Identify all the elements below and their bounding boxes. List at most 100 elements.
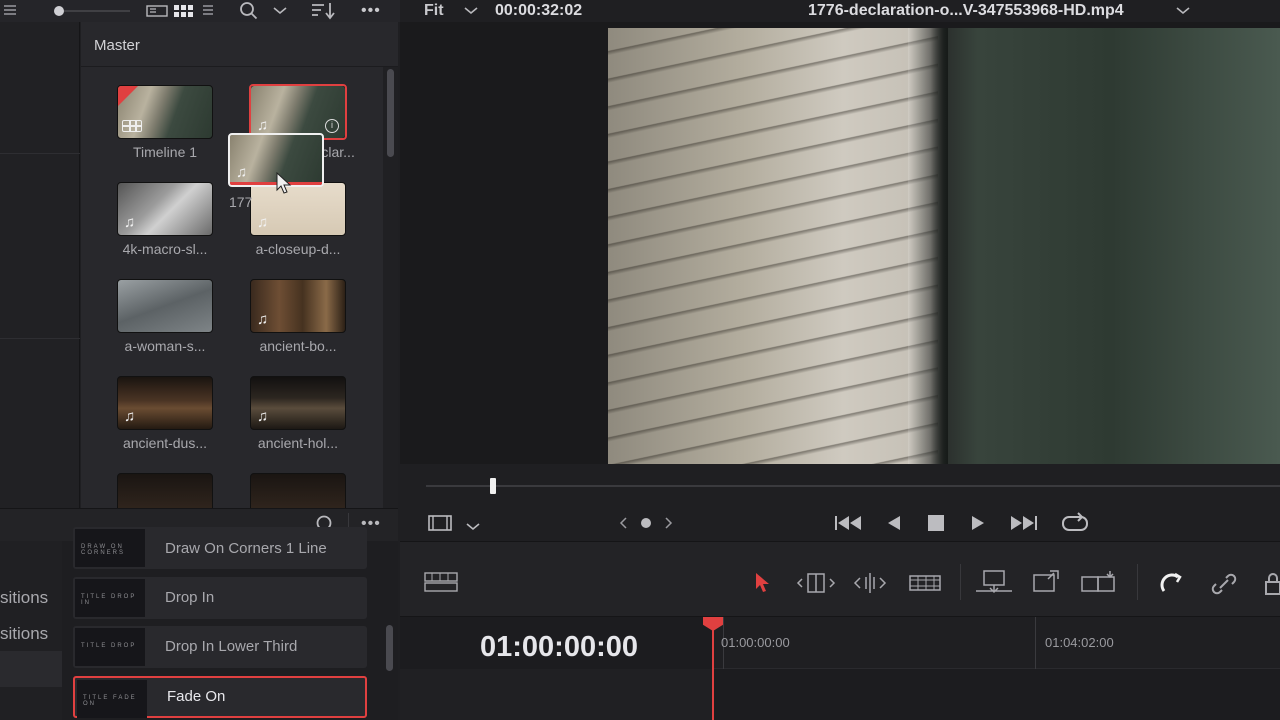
scrub-playhead[interactable] [490,478,496,494]
drag-label: 177 [229,194,253,210]
source-timecode: 00:00:32:02 [495,2,583,19]
go-to-end-icon[interactable] [1008,514,1038,537]
effect-label: Draw On Corners 1 Line [165,540,327,557]
music-note-icon: ♫ [124,408,136,425]
snapping-icon[interactable] [1158,571,1186,603]
clip-label: a-woman-s... [124,338,206,354]
effect-item[interactable]: TITLE DROP IN Drop In [73,577,367,619]
transport-controls [400,508,1280,541]
more-options-icon[interactable]: ••• [361,0,381,22]
play-icon[interactable] [970,514,986,537]
effect-item[interactable]: DRAW ON CORNERS Draw On Corners 1 Line [73,527,367,569]
thumbnail-size-slider[interactable] [52,0,132,22]
timeline-timecode: 01:00:00:00 [480,631,638,663]
blade-tool-icon[interactable] [908,573,942,599]
effects-library: sitions sitions DRAW ON CORNERS Draw On … [0,527,398,720]
effect-thumbnail: DRAW ON CORNERS [75,529,145,567]
effect-item[interactable]: TITLE DROP Drop In Lower Third [73,626,367,668]
effect-thumbnail: TITLE DROP IN [75,579,145,617]
link-icon[interactable] [1210,572,1238,602]
loop-icon[interactable] [1060,512,1090,539]
metadata-view-icon[interactable] [146,0,168,22]
clip-label: a-closeup-d... [255,241,341,257]
viewer-scrubber[interactable] [400,464,1280,508]
media-pool: Master Timeline 1 ♫ i 1776-declar... ♫ 4… [81,22,398,508]
ruler-label: 01:04:02:00 [1045,635,1114,650]
zoom-fit-dropdown[interactable]: Fit [424,0,444,22]
effect-item-selected[interactable]: TITLE FADE ON Fade On [73,676,367,718]
overwrite-clip-icon[interactable] [1030,569,1062,603]
timeline-toolbar [400,541,1280,616]
chevron-down-icon[interactable] [1176,0,1190,22]
media-pool-header: Master [81,22,398,67]
clip-item[interactable] [250,473,346,508]
timeline-view-icon[interactable] [424,572,458,598]
clip-thumbnail: ♫ [250,279,346,333]
viewer-toolbar: Fit 00:00:32:02 1776-declaration-o...V-3… [400,0,1280,22]
prev-marker-icon[interactable] [618,514,674,537]
clip-filename: 1776-declaration-o...V-347553968-HD.mp4 [808,2,1124,19]
selected-clip-outline [249,84,347,140]
trim-tool-icon[interactable] [796,571,836,601]
chevron-down-icon[interactable] [272,0,288,22]
music-note-icon: ♫ [236,164,248,181]
timeline-playhead[interactable] [712,617,714,720]
selection-tool-icon[interactable] [754,571,772,599]
clip-item[interactable] [117,473,213,508]
ruler-tick [1035,617,1036,669]
list-view-icon[interactable] [4,0,16,22]
divider [960,564,961,600]
timeline-ruler[interactable]: 01:00:00:00 01:04:02:00 [713,617,1280,669]
category-transitions[interactable]: sitions [0,588,48,608]
music-note-icon: ♫ [124,214,136,231]
play-reverse-icon[interactable] [886,514,902,537]
category-highlight [0,651,62,687]
scrollbar-thumb[interactable] [387,69,394,157]
clip-thumbnail [117,473,213,508]
clip-label: ancient-hol... [257,435,339,451]
top-toolbar: ••• Fit 00:00:32:02 1776-declaration-o..… [0,0,1280,22]
ruler-label: 01:00:00:00 [721,635,790,650]
clip-thumbnail: ♫ [117,376,213,430]
effect-label: Drop In [165,589,215,606]
flag-icon [118,86,138,106]
clip-label: 4k-macro-sl... [122,241,208,257]
category-transitions-2[interactable]: sitions [0,624,48,644]
clip-thumbnail [250,473,346,508]
music-note-icon: ♫ [257,408,269,425]
timeline-icon [122,120,142,132]
dynamic-trim-icon[interactable] [852,571,888,601]
thumbnail-view-icon[interactable] [173,0,195,22]
insert-clip-icon[interactable] [974,569,1014,603]
divider [0,153,80,154]
clip-thumbnail: ♫ [250,376,346,430]
effect-label: Drop In Lower Third [165,638,298,655]
clip-label: ancient-dus... [122,435,208,451]
mouse-cursor [276,171,292,199]
bin-title: Master [94,37,140,54]
clip-thumbnail: ♫ [117,182,213,236]
media-pool-toolbar: ••• [0,0,400,22]
lock-icon[interactable] [1264,572,1280,602]
list-view-icon-2[interactable] [202,0,214,22]
effects-category-list: sitions sitions [0,541,62,720]
sort-icon[interactable] [311,0,337,22]
divider [0,338,80,339]
divider [1137,564,1138,600]
clip-view-icon[interactable] [428,514,454,537]
track-header [400,669,713,720]
clip-thumbnail [117,279,213,333]
frame-image [908,28,948,464]
stop-icon[interactable] [927,514,945,537]
effect-thumbnail: TITLE DROP [75,628,145,666]
replace-clip-icon[interactable] [1080,569,1122,603]
music-note-icon: ♫ [257,311,269,328]
bin-list-panel [0,22,80,508]
search-icon[interactable] [239,0,261,22]
scrub-track[interactable] [426,485,1280,487]
chevron-down-icon[interactable] [464,0,478,22]
go-to-start-icon[interactable] [834,514,864,537]
chevron-down-icon[interactable] [466,516,480,537]
scrollbar-thumb[interactable] [386,625,393,671]
video-frame [608,28,1280,464]
